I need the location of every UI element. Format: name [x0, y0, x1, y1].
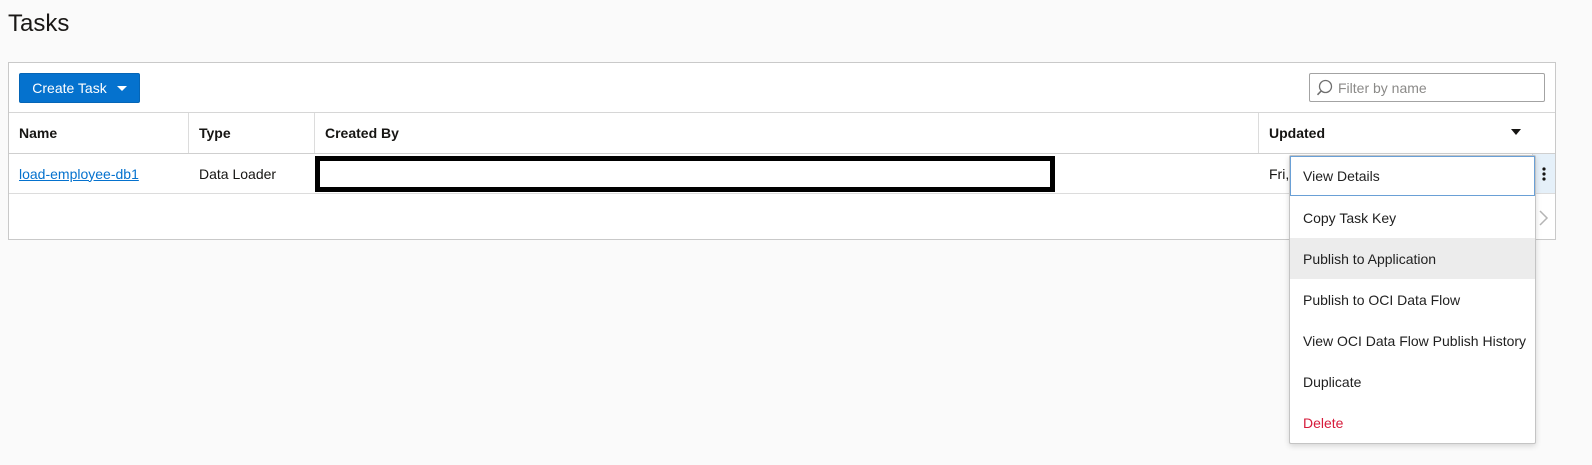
task-type-cell: Data Loader — [199, 165, 277, 182]
column-header-type[interactable]: Type — [189, 113, 315, 153]
menu-item-duplicate[interactable]: Duplicate — [1290, 361, 1535, 402]
redacted-created-by — [315, 156, 1055, 192]
menu-item-view-publish-history[interactable]: View OCI Data Flow Publish History — [1290, 320, 1535, 361]
column-header-name[interactable]: Name — [9, 113, 189, 153]
search-icon — [1316, 79, 1333, 96]
filter-field[interactable] — [1309, 73, 1545, 102]
page-title: Tasks — [8, 10, 70, 37]
menu-item-copy-task-key[interactable]: Copy Task Key — [1290, 197, 1535, 238]
task-name-link[interactable]: load-employee-db1 — [19, 166, 139, 182]
task-updated-cell: Fri, — [1269, 166, 1290, 182]
menu-item-view-details[interactable]: View Details — [1290, 156, 1535, 196]
column-header-updated[interactable]: Updated — [1259, 113, 1557, 153]
menu-item-publish-to-application[interactable]: Publish to Application — [1290, 238, 1535, 279]
chevron-right-icon[interactable] — [1537, 209, 1549, 227]
menu-item-delete[interactable]: Delete — [1290, 402, 1535, 443]
filter-input[interactable] — [1338, 74, 1538, 101]
kebab-icon — [1542, 166, 1546, 181]
task-name-cell: load-employee-db1 — [9, 154, 189, 193]
caret-down-icon — [116, 85, 127, 91]
sort-caret-icon[interactable] — [1511, 129, 1521, 135]
column-header-updated-label: Updated — [1269, 125, 1325, 141]
create-task-button[interactable]: Create Task — [19, 73, 140, 103]
column-header-created-by[interactable]: Created By — [315, 113, 1259, 153]
create-task-label: Create Task — [32, 80, 107, 96]
table-header: Name Type Created By Updated — [9, 113, 1555, 154]
row-actions-menu: View Details Copy Task Key Publish to Ap… — [1289, 155, 1536, 444]
toolbar: Create Task — [9, 63, 1555, 113]
menu-item-publish-to-oci-data-flow[interactable]: Publish to OCI Data Flow — [1290, 279, 1535, 320]
